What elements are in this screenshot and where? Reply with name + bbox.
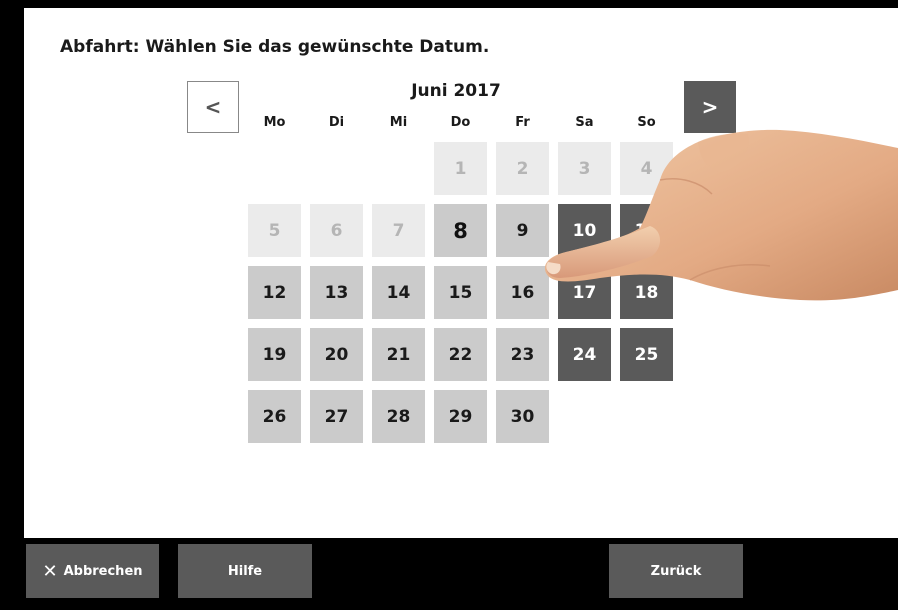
day-cell[interactable]: 23	[496, 328, 549, 381]
back-button-label: Zurück	[650, 563, 702, 579]
day-cell: 5	[248, 204, 301, 257]
day-cell: 2	[496, 142, 549, 195]
prev-month-button[interactable]: <	[187, 81, 239, 133]
day-cell[interactable]: 14	[372, 266, 425, 319]
day-cell: 6	[310, 204, 363, 257]
day-cell[interactable]: 11	[620, 204, 673, 257]
month-title: Juni 2017	[411, 81, 501, 101]
close-icon: ✕	[42, 560, 58, 582]
cancel-button-label: Abbrechen	[63, 563, 143, 579]
day-cell[interactable]: 29	[434, 390, 487, 443]
day-cell: 3	[558, 142, 611, 195]
weekday-label: Mi	[389, 115, 408, 130]
day-cell[interactable]: 28	[372, 390, 425, 443]
day-cell[interactable]: 20	[310, 328, 363, 381]
cancel-button[interactable]: ✕ Abbrechen	[26, 544, 159, 598]
touchscreen-panel: Abfahrt: Wählen Sie das gewünschte Datum…	[24, 8, 898, 538]
day-cell[interactable]: 12	[248, 266, 301, 319]
day-cell[interactable]: 19	[248, 328, 301, 381]
day-cell[interactable]: 22	[434, 328, 487, 381]
day-cell: 7	[372, 204, 425, 257]
day-cell[interactable]: 8	[434, 204, 487, 257]
next-month-button[interactable]: >	[684, 81, 736, 133]
day-cell[interactable]: 30	[496, 390, 549, 443]
day-cell[interactable]: 17	[558, 266, 611, 319]
day-cell[interactable]: 27	[310, 390, 363, 443]
weekday-label: So	[637, 115, 656, 130]
day-cell[interactable]: 18	[620, 266, 673, 319]
day-cell[interactable]: 9	[496, 204, 549, 257]
weekday-label: Di	[328, 115, 345, 130]
help-button[interactable]: Hilfe	[178, 544, 312, 598]
day-cell[interactable]: 21	[372, 328, 425, 381]
weekday-label: Fr	[515, 115, 530, 130]
page-title: Abfahrt: Wählen Sie das gewünschte Datum…	[60, 37, 490, 57]
chevron-left-icon: <	[204, 95, 222, 119]
weekday-label: Mo	[263, 115, 286, 130]
day-cell[interactable]: 16	[496, 266, 549, 319]
day-cell[interactable]: 26	[248, 390, 301, 443]
day-cell: 4	[620, 142, 673, 195]
weekday-label: Do	[450, 115, 471, 130]
day-cell[interactable]: 25	[620, 328, 673, 381]
day-cell[interactable]: 24	[558, 328, 611, 381]
chevron-right-icon: >	[701, 95, 719, 119]
help-button-label: Hilfe	[227, 563, 263, 579]
day-cell[interactable]: 10	[558, 204, 611, 257]
day-cell[interactable]: 13	[310, 266, 363, 319]
day-cell: 1	[434, 142, 487, 195]
back-button[interactable]: Zurück	[609, 544, 743, 598]
day-cell[interactable]: 15	[434, 266, 487, 319]
weekday-label: Sa	[575, 115, 594, 130]
